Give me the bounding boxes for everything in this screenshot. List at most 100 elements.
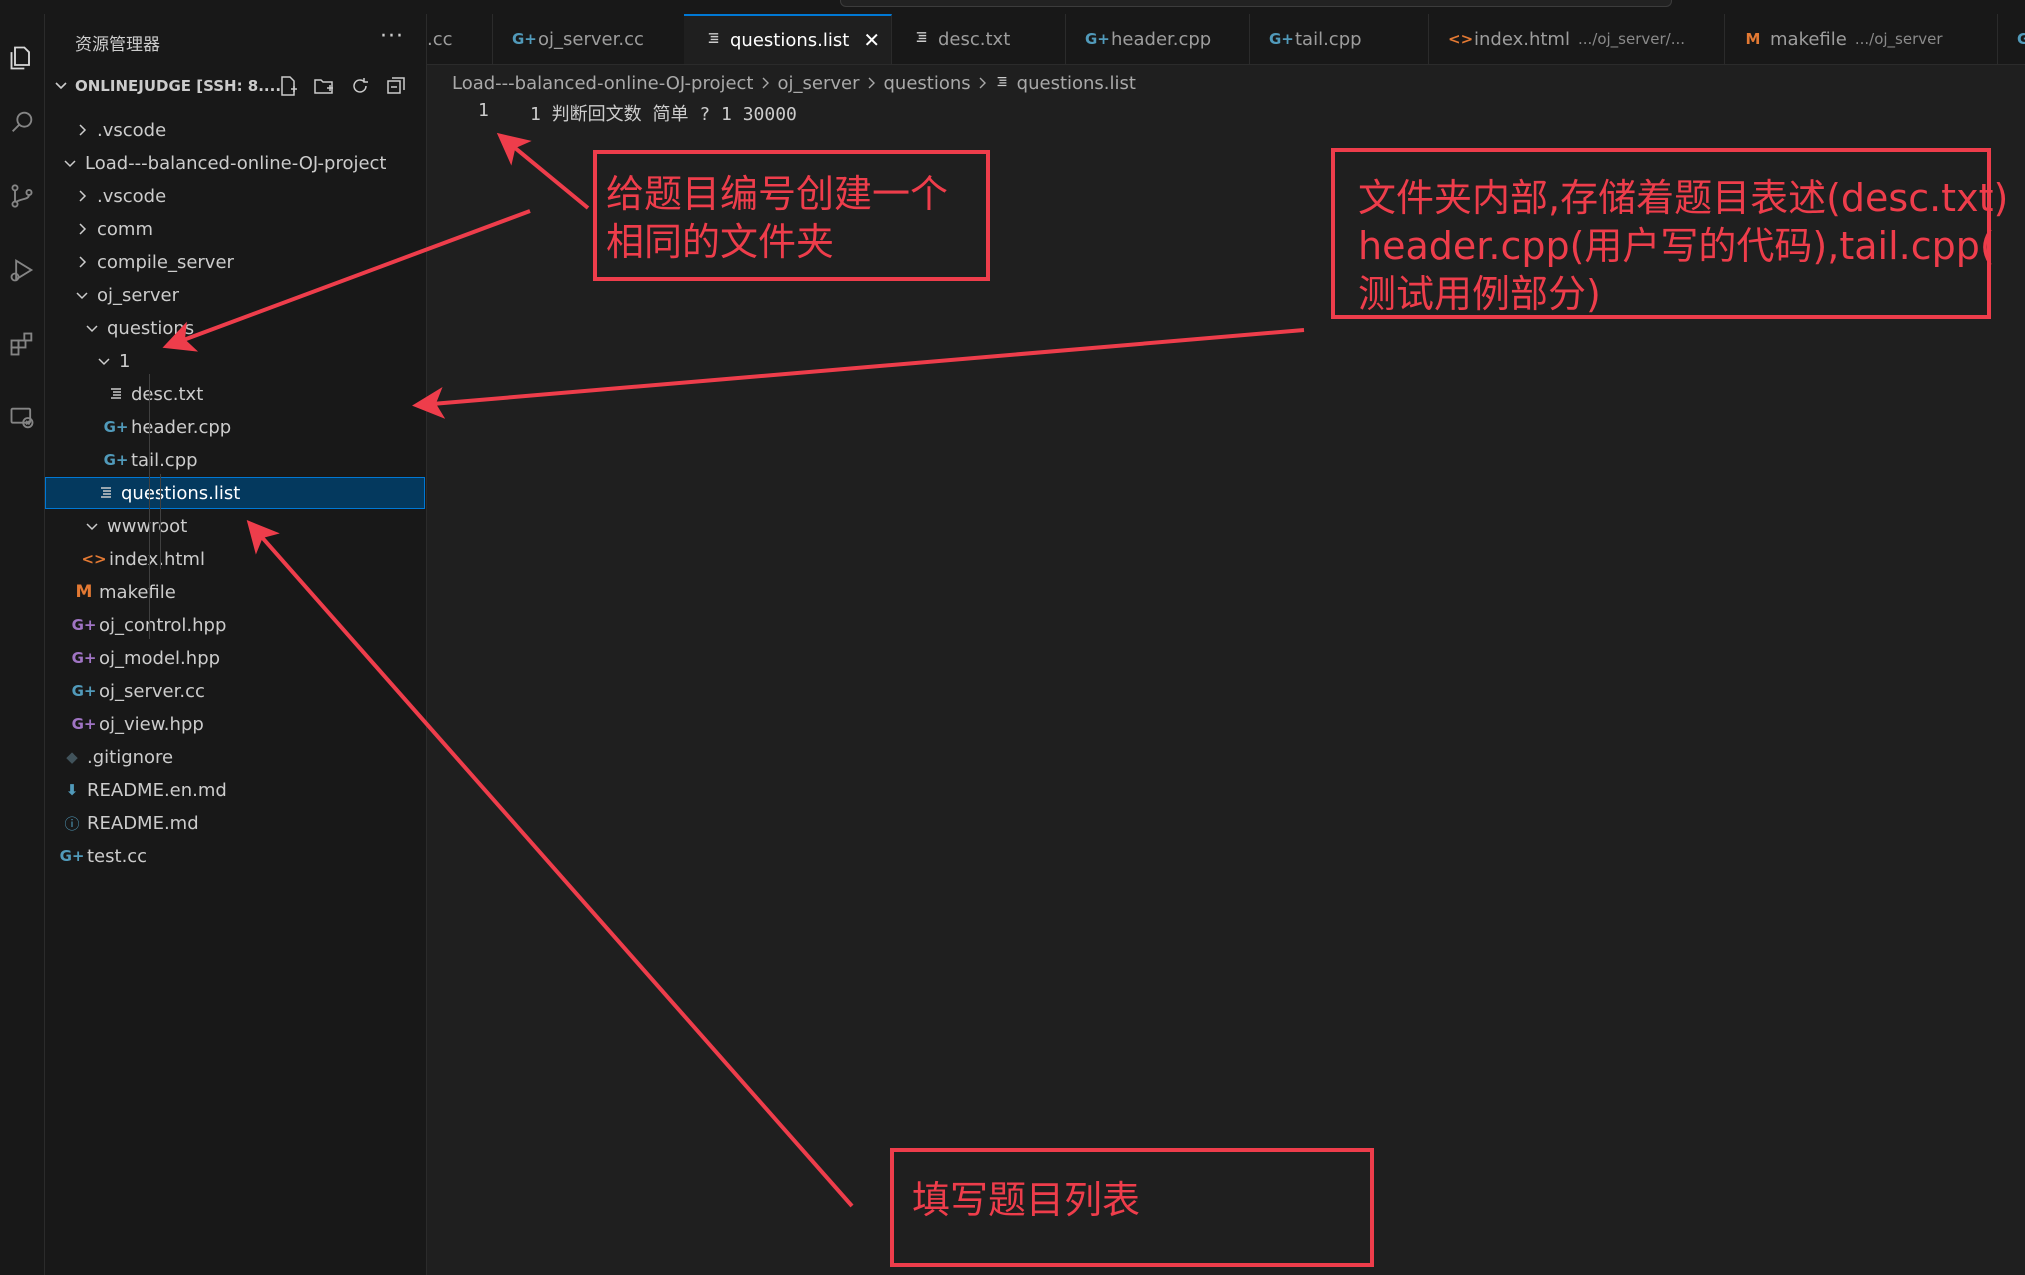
chevron-right-icon xyxy=(75,255,89,269)
chevron-down-icon xyxy=(85,321,99,335)
tab-path: .../oj_server/... xyxy=(1577,30,1686,48)
editor-tab[interactable]: G+ xyxy=(1997,14,2025,64)
breadcrumb-item[interactable]: questions.list xyxy=(1017,73,1136,94)
tree-folder[interactable]: wwwroot xyxy=(45,510,425,542)
tree-item-label: Load---balanced-online-OJ-project xyxy=(85,152,387,174)
editor-tab[interactable]: <> index.html .../oj_server/... xyxy=(1428,14,1725,64)
editor-tab[interactable]: .cc xyxy=(427,14,493,64)
refresh-icon[interactable] xyxy=(347,74,373,98)
tree-folder[interactable]: compile_server xyxy=(45,246,425,278)
make-file-icon: M xyxy=(1745,30,1761,48)
tab-label: tail.cpp xyxy=(1295,28,1362,50)
cpp-file-icon: G+ xyxy=(2017,30,2025,48)
editor-tab[interactable]: G+ tail.cpp xyxy=(1249,14,1429,64)
arrow-to-question-files xyxy=(412,328,1305,419)
tree-file[interactable]: G+ test.cc xyxy=(45,840,425,872)
more-actions-icon[interactable]: ··· xyxy=(380,24,404,49)
explorer-sidebar: 资源管理器 ··· ONLINEJUDGE [SSH: 8.... .vscod… xyxy=(45,14,427,1275)
breadcrumb-item[interactable]: questions xyxy=(884,73,971,94)
new-file-icon[interactable] xyxy=(275,74,301,98)
tree-file[interactable]: G+ oj_model.hpp xyxy=(45,642,425,674)
chevron-down-icon xyxy=(75,288,89,302)
explorer-icon[interactable] xyxy=(0,34,44,82)
chevron-right-icon xyxy=(978,73,988,94)
cpp-file-icon: G+ xyxy=(512,30,537,48)
breadcrumb: Load---balanced-online-OJ-project oj_serv… xyxy=(452,70,1136,96)
tree-item-label: makefile xyxy=(99,581,176,603)
tree-item-label: .vscode xyxy=(97,119,167,141)
tree-item-label: test.cc xyxy=(87,845,148,867)
tree-item-label: oj_control.hpp xyxy=(99,614,227,636)
tree-file[interactable]: G+ header.cpp xyxy=(45,411,425,443)
tree-folder[interactable]: questions xyxy=(45,312,425,344)
html-file-icon: <> xyxy=(81,550,107,568)
annotation-text-contents: 文件夹内部,存储着题目表述(desc.txt) header.cpp(用户写的代… xyxy=(1358,176,2009,316)
code-line[interactable]: 1 判断回文数 简单 ? 1 30000 xyxy=(530,100,797,126)
chevron-right-icon xyxy=(75,123,89,137)
html-file-icon: <> xyxy=(1448,30,1474,48)
tree-item-label: questions.list xyxy=(121,482,241,504)
new-folder-icon[interactable] xyxy=(311,74,337,98)
tree-folder[interactable]: .vscode xyxy=(45,114,425,146)
tree-item-label: header.cpp xyxy=(131,416,232,438)
line-number: 1 xyxy=(478,100,489,121)
tree-file[interactable]: G+ oj_view.hpp xyxy=(45,708,425,740)
extensions-icon[interactable] xyxy=(0,320,44,368)
tree-item-label: oj_server xyxy=(97,284,179,306)
collapse-all-icon[interactable] xyxy=(383,74,409,98)
tree-item-label: desc.txt xyxy=(131,383,204,405)
cpp-file-icon: G+ xyxy=(103,451,129,469)
tree-folder[interactable]: comm xyxy=(45,213,425,245)
chevron-down-icon xyxy=(85,519,99,533)
editor-tab[interactable]: desc.txt xyxy=(892,14,1066,64)
editor-tab[interactable]: G+ oj_server.cc xyxy=(492,14,685,64)
workspace-header[interactable]: ONLINEJUDGE [SSH: 8.... xyxy=(45,70,426,100)
editor-tab[interactable]: Mmakefile .../oj_server xyxy=(1724,14,1998,64)
tree-folder[interactable]: .vscode xyxy=(45,180,425,212)
tree-file[interactable]: desc.txt xyxy=(45,378,425,410)
info-icon: ⓘ xyxy=(64,814,80,833)
cpp-file-icon: G+ xyxy=(71,682,97,700)
tree-file[interactable]: questions.list xyxy=(45,477,425,509)
tree-item-label: index.html xyxy=(109,548,205,570)
tree-file[interactable]: ⬇ README.en.md xyxy=(45,774,425,806)
tree-file[interactable]: Mmakefile xyxy=(45,576,425,608)
run-debug-icon[interactable] xyxy=(0,246,44,294)
tree-item-label: comm xyxy=(97,218,153,240)
chevron-right-icon xyxy=(75,222,89,236)
tree-folder[interactable]: 1 xyxy=(45,345,425,377)
close-icon[interactable]: ✕ xyxy=(863,28,880,52)
breadcrumb-item[interactable]: oj_server xyxy=(778,73,860,94)
tree-item-label: wwwroot xyxy=(107,515,188,537)
arrow-to-editor-line xyxy=(496,132,590,210)
tree-file[interactable]: G+ tail.cpp xyxy=(45,444,425,476)
editor-tab[interactable]: questions.list ✕ xyxy=(684,14,892,64)
search-icon[interactable] xyxy=(0,98,44,146)
tree-folder[interactable]: oj_server xyxy=(45,279,425,311)
cpp-file-icon: G+ xyxy=(103,418,129,436)
chevron-right-icon xyxy=(761,73,771,94)
title-bar xyxy=(0,0,2025,14)
tree-folder[interactable]: Load---balanced-online-OJ-project xyxy=(45,147,425,179)
editor-tab[interactable]: G+ header.cpp xyxy=(1065,14,1250,64)
remote-explorer-icon[interactable] xyxy=(0,394,44,442)
tree-file[interactable]: G+ oj_control.hpp xyxy=(45,609,425,641)
cpp-file-icon: G+ xyxy=(1269,30,1294,48)
text-file-icon xyxy=(97,484,115,502)
tree-item-label: oj_view.hpp xyxy=(99,713,204,735)
command-center[interactable] xyxy=(840,0,1672,7)
source-control-icon[interactable] xyxy=(0,172,44,220)
chevron-right-icon xyxy=(867,73,877,94)
breadcrumb-item[interactable]: Load---balanced-online-OJ-project xyxy=(452,73,754,94)
tree-item-label: questions xyxy=(107,317,195,339)
tree-file[interactable]: ◆ .gitignore xyxy=(45,741,425,773)
chevron-down-icon xyxy=(53,77,69,97)
tab-label: header.cpp xyxy=(1111,28,1212,50)
indent-guide xyxy=(160,474,161,569)
hpp-file-icon: G+ xyxy=(71,715,97,733)
cpp-file-icon: G+ xyxy=(1085,30,1110,48)
tree-file[interactable]: ⓘ README.md xyxy=(45,807,425,839)
tree-file[interactable]: G+ oj_server.cc xyxy=(45,675,425,707)
tree-file[interactable]: <> index.html xyxy=(45,543,425,575)
cpp-file-icon: G+ xyxy=(59,847,85,865)
